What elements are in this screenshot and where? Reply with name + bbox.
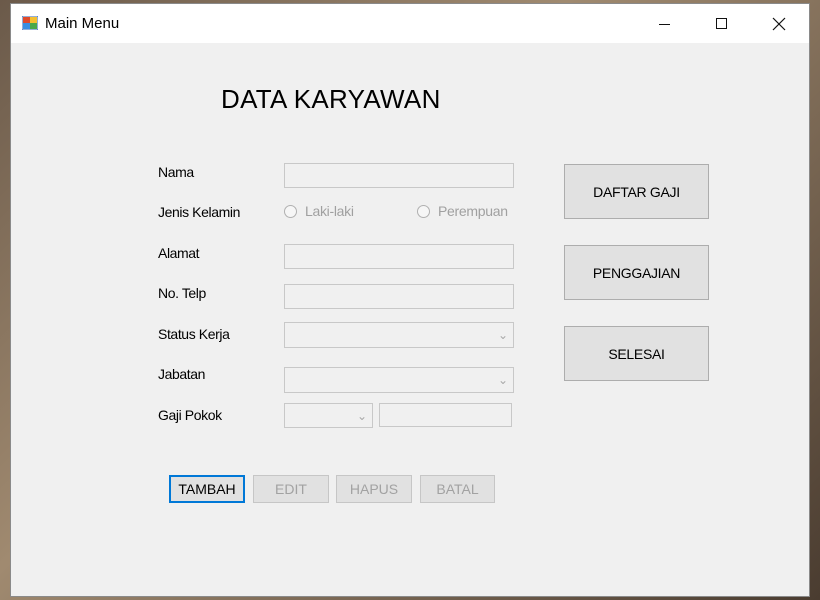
no-telp-field[interactable] xyxy=(284,284,514,309)
gaji-pokok-select[interactable]: ⌄ xyxy=(284,403,373,428)
minimize-icon xyxy=(658,23,670,25)
page-title: DATA KARYAWAN xyxy=(221,84,441,114)
jabatan-label: Jabatan xyxy=(158,366,206,382)
radio-perempuan-label: Perempuan xyxy=(438,203,508,219)
nama-label: Nama xyxy=(158,164,194,180)
maximize-button[interactable] xyxy=(692,4,750,43)
main-window: Main Menu DATA KARYAWAN Nama Jenis Kelam… xyxy=(10,3,810,597)
window-title: Main Menu xyxy=(45,15,120,32)
minimize-button[interactable] xyxy=(635,4,693,43)
close-icon xyxy=(772,17,786,30)
radio-laki-laki-label: Laki-laki xyxy=(305,203,354,219)
title-bar[interactable]: Main Menu xyxy=(11,4,809,43)
chevron-down-icon: ⌄ xyxy=(497,373,509,387)
radio-laki-laki[interactable]: Laki-laki xyxy=(284,203,354,219)
jabatan-select[interactable]: ⌄ xyxy=(284,367,514,393)
hapus-button[interactable]: HAPUS xyxy=(336,475,412,503)
gaji-pokok-field[interactable] xyxy=(379,403,512,427)
no-telp-label: No. Telp xyxy=(158,285,206,301)
tambah-button[interactable]: TAMBAH xyxy=(169,475,245,503)
maximize-icon xyxy=(715,18,727,29)
penggajian-button[interactable]: PENGGAJIAN xyxy=(564,245,709,300)
gaji-pokok-label: Gaji Pokok xyxy=(158,407,222,423)
daftar-gaji-button[interactable]: DAFTAR GAJI xyxy=(564,164,709,219)
selesai-button[interactable]: SELESAI xyxy=(564,326,709,381)
radio-button-icon xyxy=(284,204,297,218)
chevron-down-icon: ⌄ xyxy=(497,328,509,342)
jenis-kelamin-label: Jenis Kelamin xyxy=(158,204,240,220)
status-kerja-label: Status Kerja xyxy=(158,326,230,342)
status-kerja-select[interactable]: ⌄ xyxy=(284,322,514,348)
edit-button[interactable]: EDIT xyxy=(253,475,329,503)
chevron-down-icon: ⌄ xyxy=(356,408,368,423)
close-button[interactable] xyxy=(750,4,808,43)
radio-button-icon xyxy=(417,204,430,218)
alamat-field[interactable] xyxy=(284,244,514,269)
batal-button[interactable]: BATAL xyxy=(420,475,495,503)
nama-field[interactable] xyxy=(284,163,514,188)
radio-perempuan[interactable]: Perempuan xyxy=(417,203,508,219)
app-icon xyxy=(22,16,38,30)
alamat-label: Alamat xyxy=(158,245,200,261)
